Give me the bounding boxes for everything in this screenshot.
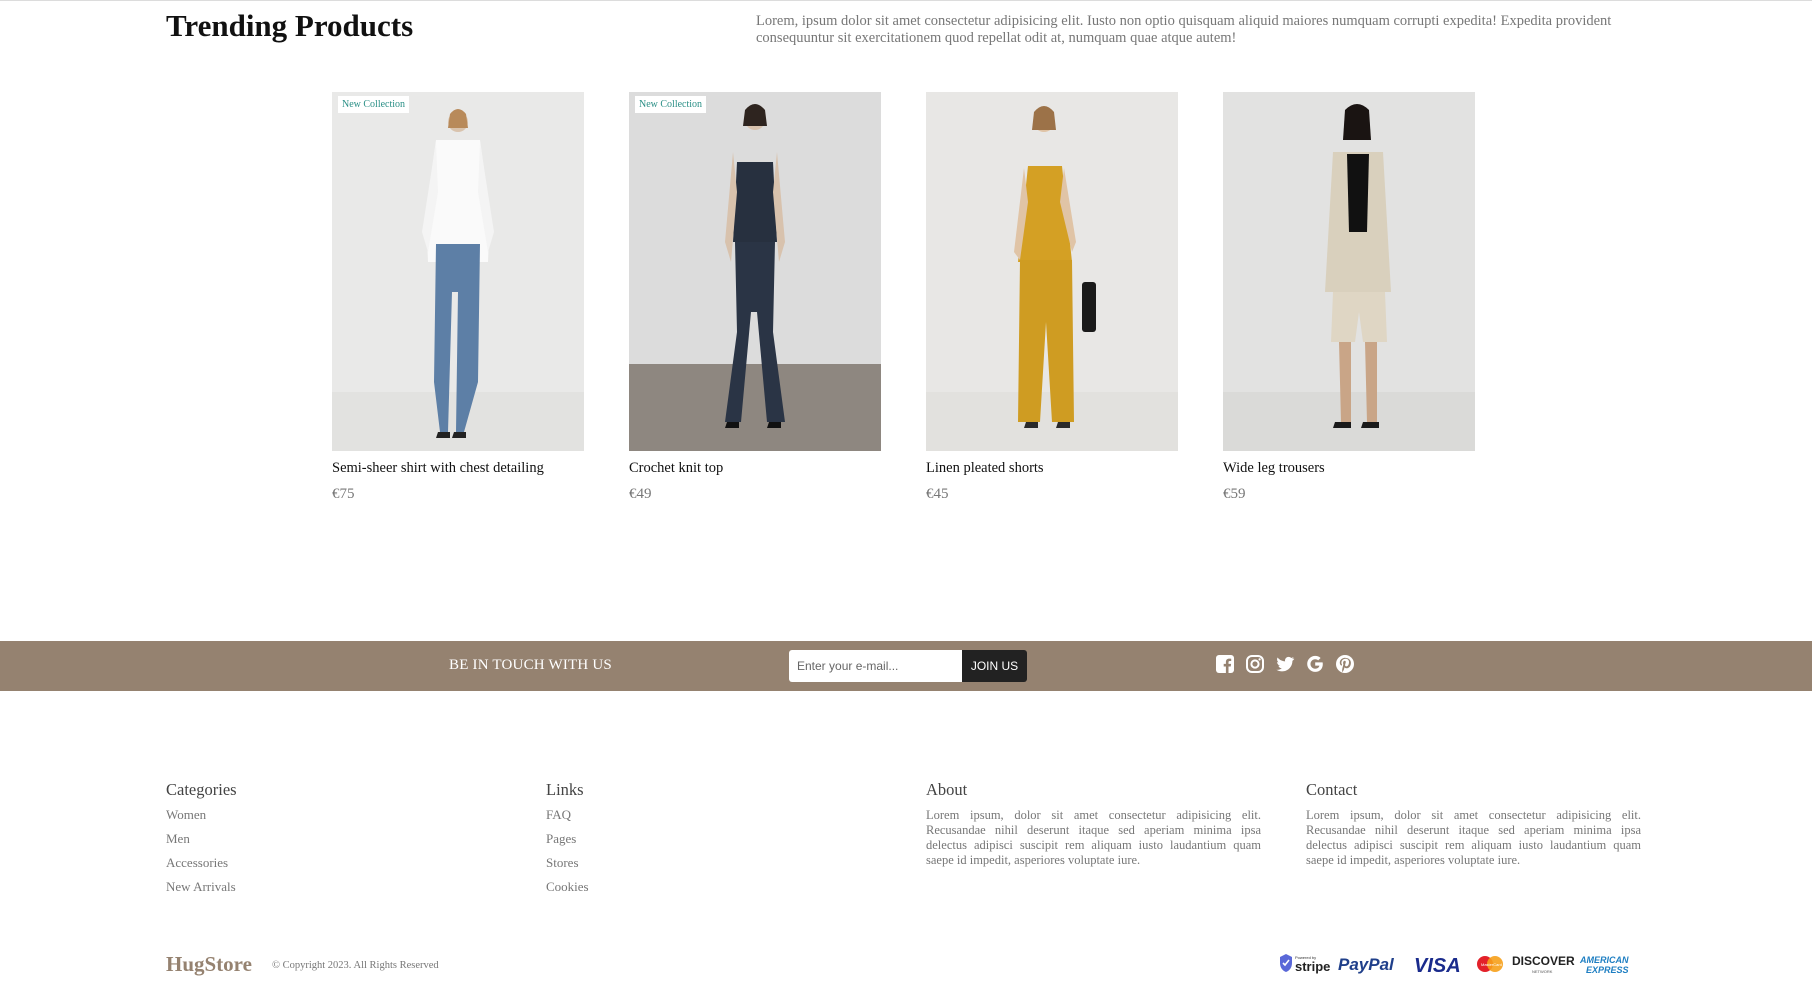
newsletter-title: BE IN TOUCH WITH US	[449, 657, 612, 673]
footer-link-men[interactable]: Men	[166, 831, 190, 847]
model-photo-white-shirt	[332, 92, 584, 451]
new-collection-badge: New Collection	[635, 96, 707, 113]
mastercard-logo: MasterCard	[1477, 956, 1503, 972]
american-express-logo: AMERICAN EXPRESS	[1579, 955, 1629, 975]
copyright-text: © Copyright 2023. All Rights Reserved	[272, 960, 439, 971]
product-name[interactable]: Wide leg trousers	[1223, 460, 1325, 477]
product-image[interactable]: New Collection	[629, 92, 881, 451]
discover-text: DISCOVER	[1512, 954, 1575, 968]
amex-line-1: AMERICAN	[1579, 955, 1629, 965]
footer-heading: Contact	[1306, 780, 1358, 799]
footer-link-pages[interactable]: Pages	[546, 831, 576, 847]
stripe-logo: Powered by stripe	[1280, 954, 1330, 974]
product-name[interactable]: Crochet knit top	[629, 460, 723, 477]
product-price: €49	[629, 486, 652, 502]
google-icon[interactable]	[1305, 654, 1325, 674]
product-card[interactable]: New Collection Crochet knit top €49	[629, 92, 881, 512]
product-card[interactable]: Wide leg trousers €59	[1223, 92, 1475, 512]
discover-logo: DISCOVER NETWORK	[1512, 954, 1575, 974]
instagram-icon[interactable]	[1245, 654, 1265, 674]
payment-logos: Powered by stripe PayPal VISA MasterCard…	[1280, 954, 1629, 977]
footer-heading: Categories	[166, 780, 237, 799]
social-icons	[1215, 654, 1355, 676]
product-card[interactable]: New Collection Semi-sheer shirt with che…	[332, 92, 584, 512]
footer-contact: Contact Lorem ipsum, dolor sit amet cons…	[1306, 780, 1641, 880]
new-collection-badge: New Collection	[338, 96, 410, 113]
footer-heading: About	[926, 780, 968, 799]
newsletter-bar: BE IN TOUCH WITH US JOIN US	[0, 641, 1812, 691]
product-image[interactable]	[1223, 92, 1475, 451]
footer-link-accessories[interactable]: Accessories	[166, 855, 228, 871]
email-input[interactable]	[789, 650, 963, 682]
about-text: Lorem ipsum, dolor sit amet consectetur …	[926, 808, 1261, 867]
product-price: €45	[926, 486, 949, 502]
product-price: €75	[332, 486, 355, 502]
footer-link-stores[interactable]: Stores	[546, 855, 579, 871]
facebook-icon[interactable]	[1215, 654, 1235, 674]
model-photo-beige-suit	[1223, 92, 1475, 451]
footer-about: About Lorem ipsum, dolor sit amet consec…	[926, 780, 1261, 880]
footer-heading: Links	[546, 780, 584, 799]
product-image[interactable]: New Collection	[332, 92, 584, 451]
footer-link-faq[interactable]: FAQ	[546, 807, 571, 823]
model-photo-mustard-set	[926, 92, 1178, 451]
stripe-text: stripe	[1295, 959, 1330, 974]
contact-text: Lorem ipsum, dolor sit amet consectetur …	[1306, 808, 1641, 867]
paypal-logo: PayPal	[1338, 955, 1395, 974]
mastercard-text: MasterCard	[1481, 962, 1502, 967]
model-photo-crochet-top	[629, 92, 881, 451]
amex-line-2: EXPRESS	[1586, 965, 1629, 975]
footer-link-new-arrivals[interactable]: New Arrivals	[166, 879, 236, 895]
product-name[interactable]: Semi-sheer shirt with chest detailing	[332, 460, 544, 477]
product-grid: New Collection Semi-sheer shirt with che…	[332, 92, 1482, 512]
product-card[interactable]: Linen pleated shorts €45	[926, 92, 1178, 512]
brand-logo[interactable]: HugStore	[166, 952, 252, 977]
product-image[interactable]	[926, 92, 1178, 451]
intro-text: Lorem, ipsum dolor sit amet consectetur …	[756, 13, 1612, 46]
top-divider	[0, 0, 1812, 1]
pinterest-icon[interactable]	[1335, 654, 1355, 674]
footer-links: Links FAQ Pages Stores Cookies	[546, 780, 846, 894]
visa-logo: VISA	[1414, 955, 1461, 977]
footer-link-cookies[interactable]: Cookies	[546, 879, 589, 895]
twitter-icon[interactable]	[1275, 654, 1295, 674]
footer-categories: Categories Women Men Accessories New Arr…	[166, 780, 466, 894]
product-name[interactable]: Linen pleated shorts	[926, 460, 1044, 477]
page-title: Trending Products	[166, 8, 414, 43]
join-button[interactable]: JOIN US	[962, 650, 1027, 682]
footer-link-women[interactable]: Women	[166, 807, 206, 823]
product-price: €59	[1223, 486, 1246, 502]
discover-small-text: NETWORK	[1532, 969, 1553, 974]
